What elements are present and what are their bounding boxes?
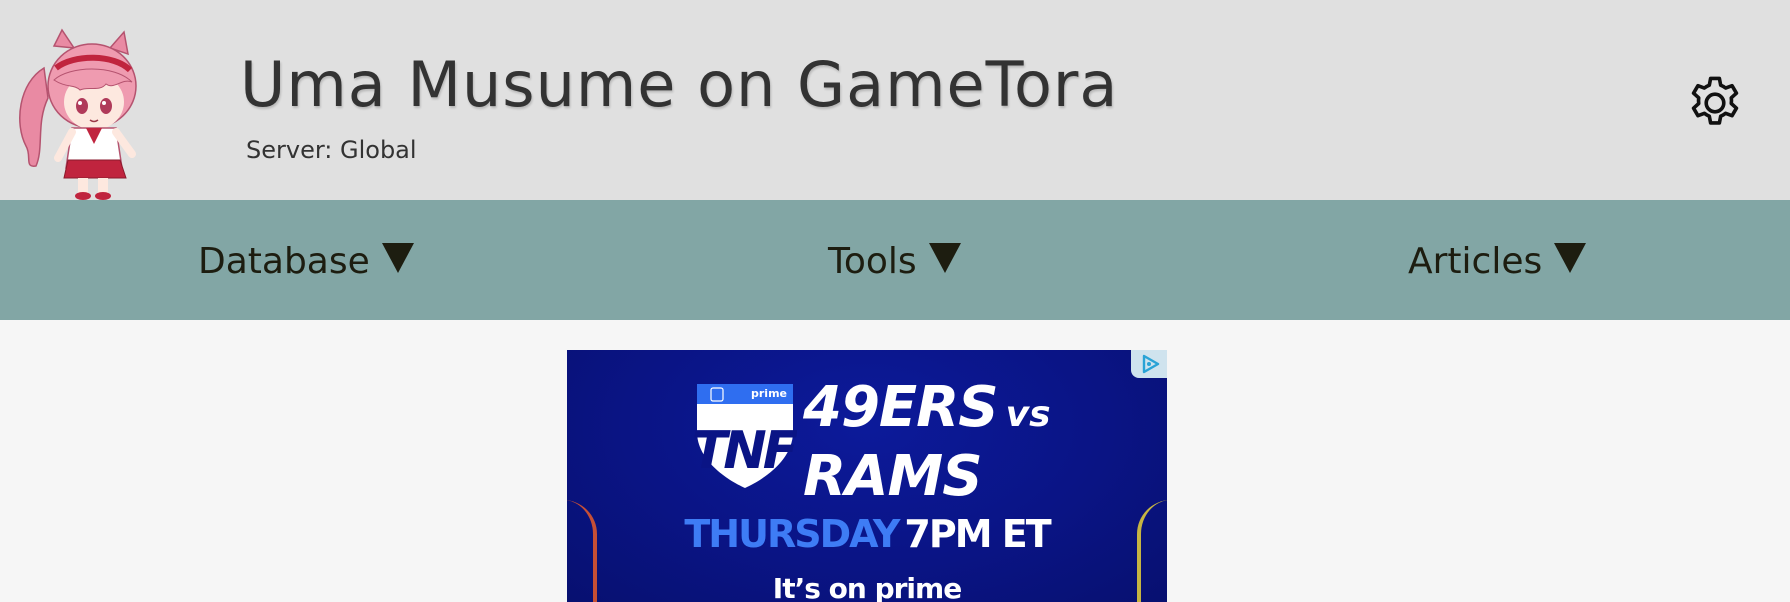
tnf-prime-logo-icon: prime TNF: [693, 384, 797, 488]
ad-matchup: 49ERS vs RAMS: [803, 380, 1051, 505]
server-selector[interactable]: Server: Global: [246, 136, 417, 164]
ad-time: 7PM ET: [904, 512, 1051, 556]
ad-vs: vs: [1005, 394, 1051, 435]
nav-articles-dropdown[interactable]: Articles: [1408, 236, 1587, 286]
nav-tools-label: Tools: [828, 240, 917, 282]
adchoices-icon: [1142, 354, 1160, 374]
nav-database-dropdown[interactable]: Database: [198, 236, 414, 286]
site-title[interactable]: Uma Musume on GameTora: [240, 48, 1118, 121]
ad-team2: RAMS: [803, 444, 983, 509]
nav-database-label: Database: [198, 240, 370, 282]
ad-schedule: THURSDAY 7PM ET: [567, 512, 1167, 556]
ad-brand-text: prime: [751, 387, 787, 400]
main-navigation: Database Tools Articles: [0, 200, 1790, 320]
caret-down-icon: [928, 243, 961, 273]
ad-tagline: It’s on prime: [772, 572, 962, 602]
ad-logo-text: TNF: [693, 421, 797, 481]
nav-tools-dropdown[interactable]: Tools: [828, 236, 961, 286]
nav-articles-label: Articles: [1408, 240, 1543, 282]
adchoices-button[interactable]: [1131, 350, 1167, 378]
ad-day: THURSDAY: [684, 512, 900, 556]
caret-down-icon: [1554, 243, 1587, 273]
gear-icon[interactable]: [1684, 72, 1746, 134]
mascot-logo-icon[interactable]: [14, 28, 144, 200]
advertisement-banner[interactable]: prime TNF 49ERS vs RAMS THURSDAY 7PM ET It…: [567, 350, 1167, 602]
ad-team1: 49ERS: [803, 375, 999, 440]
caret-down-icon: [381, 243, 414, 273]
site-header: Uma Musume on GameTora Server: Global: [0, 0, 1790, 200]
